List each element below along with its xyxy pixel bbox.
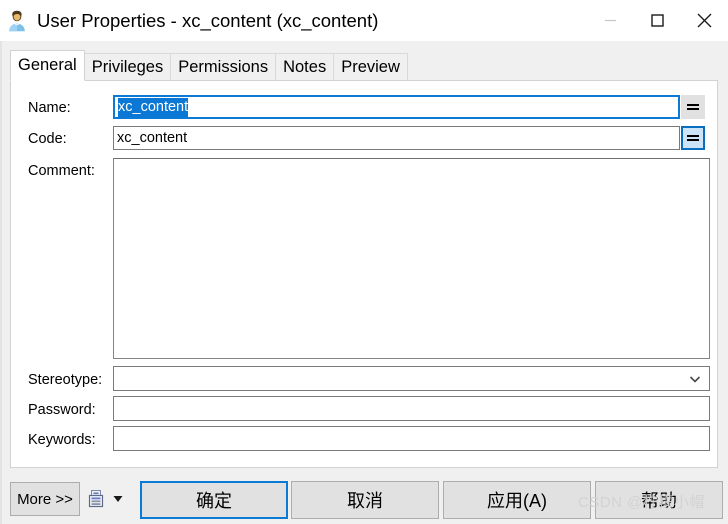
maximize-button[interactable] [634,0,681,41]
report-icon[interactable] [87,489,107,509]
tab-preview[interactable]: Preview [333,53,408,81]
window-title: User Properties - xc_content (xc_content… [37,9,379,31]
user-icon [9,10,25,31]
more-button-label: More >> [17,490,73,508]
tab-preview-label: Preview [341,58,400,76]
close-button[interactable] [681,0,728,41]
user-properties-window: User Properties - xc_content (xc_content… [0,0,728,524]
comment-label: Comment: [28,163,95,179]
name-label: Name: [28,100,71,116]
close-icon [697,13,712,28]
comment-textarea[interactable] [113,158,710,359]
tab-strip: General Privileges Permissions Notes Pre… [10,50,718,81]
chevron-down-icon [689,375,701,383]
ok-button[interactable]: 确定 [140,481,288,519]
apply-button-label: 应用(A) [487,491,547,511]
code-equals-button[interactable] [681,126,705,150]
minimize-button[interactable] [587,0,634,41]
tab-general-label: General [18,56,77,74]
cancel-button[interactable]: 取消 [291,481,439,519]
window-controls [587,0,728,41]
code-input-value: xc_content [117,130,188,146]
name-equals-button[interactable] [681,95,705,119]
tab-permissions[interactable]: Permissions [170,53,277,81]
code-label: Code: [28,131,67,147]
equals-icon [687,102,699,112]
dropdown-caret-icon[interactable] [113,495,123,503]
tab-notes-label: Notes [283,58,327,76]
stereotype-combobox[interactable] [113,366,710,391]
title-bar: User Properties - xc_content (xc_content… [0,0,728,41]
keywords-input[interactable] [113,426,710,451]
help-button-label: 帮助 [641,491,677,511]
keywords-label: Keywords: [28,432,96,448]
dialog-footer: More >> 确定 取消 应用(A) 帮助 [0,468,728,524]
help-button[interactable]: 帮助 [595,481,723,519]
cancel-button-label: 取消 [347,491,383,511]
more-button[interactable]: More >> [10,482,80,516]
tab-privileges-label: Privileges [91,58,164,76]
apply-button[interactable]: 应用(A) [443,481,591,519]
tab-permissions-label: Permissions [178,58,269,76]
tab-notes[interactable]: Notes [275,53,335,81]
minimize-icon [605,19,616,22]
code-input[interactable]: xc_content [113,126,680,150]
stereotype-label: Stereotype: [28,372,103,388]
ok-button-label: 确定 [196,491,232,511]
equals-icon [687,133,699,143]
maximize-icon [651,14,664,27]
password-input[interactable] [113,396,710,421]
password-label: Password: [28,402,96,418]
tab-general[interactable]: General [10,50,85,81]
window-left-edge [0,41,2,524]
tab-privileges[interactable]: Privileges [83,53,172,81]
name-input-value: xc_content [118,97,189,117]
name-input[interactable]: xc_content [113,95,680,119]
